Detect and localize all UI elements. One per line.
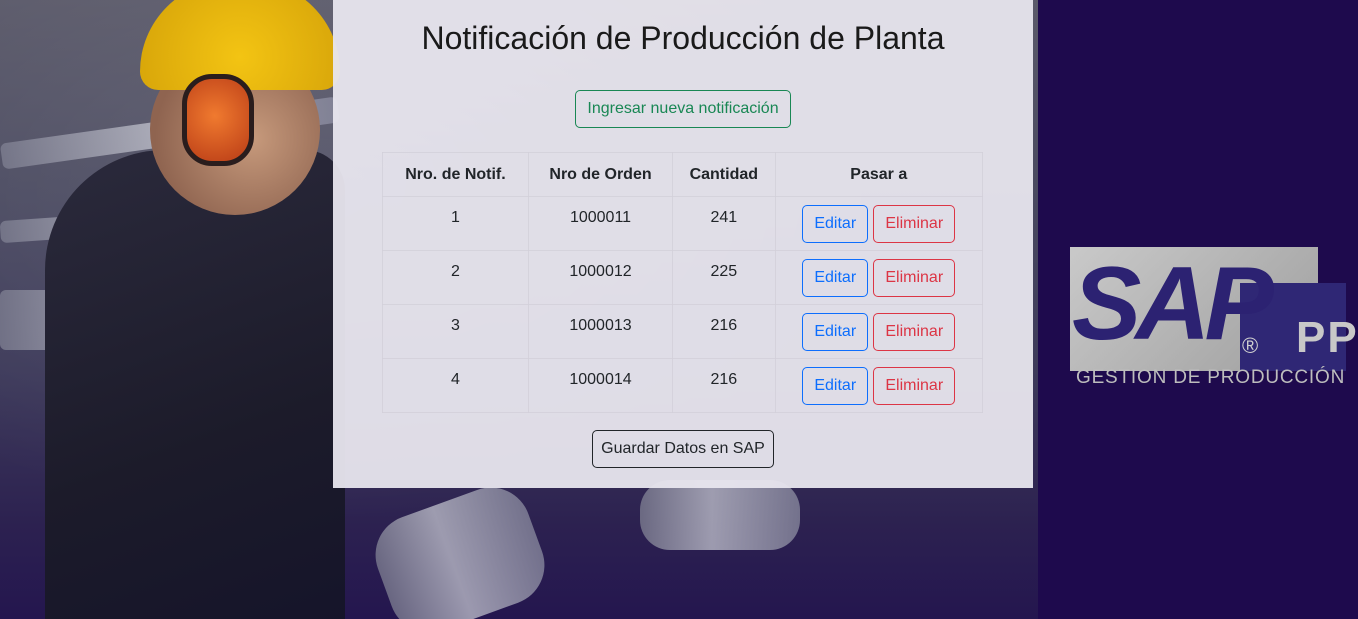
pipe-shape xyxy=(364,476,556,619)
delete-button[interactable]: Eliminar xyxy=(873,367,956,405)
notifications-table: Nro. de Notif. Nro de Orden Cantidad Pas… xyxy=(382,152,984,413)
worker-figure xyxy=(45,150,345,619)
cell-notif: 2 xyxy=(382,250,529,305)
cell-actions: Editar Eliminar xyxy=(774,304,984,359)
delete-button[interactable]: Eliminar xyxy=(873,205,956,243)
cell-notif: 3 xyxy=(382,304,529,359)
logo-subtitle: GESTION DE PRODUCCIÓN xyxy=(1076,367,1346,388)
edit-button[interactable]: Editar xyxy=(802,205,869,243)
new-notification-button[interactable]: Ingresar nueva notificación xyxy=(575,90,791,128)
module-label: PP xyxy=(1296,313,1358,362)
page-title: Notificación de Producción de Planta xyxy=(421,20,945,56)
cell-notif: 1 xyxy=(382,196,529,251)
pipe-shape xyxy=(640,480,800,550)
cell-order: 1000013 xyxy=(527,304,674,359)
edit-button[interactable]: Editar xyxy=(802,259,869,297)
table-row: 4 1000014 216 Editar Eliminar xyxy=(382,358,984,413)
cell-notif: 4 xyxy=(382,358,529,413)
edit-button[interactable]: Editar xyxy=(802,313,869,351)
edit-button[interactable]: Editar xyxy=(802,367,869,405)
save-to-sap-button[interactable]: Guardar Datos en SAP xyxy=(592,430,774,468)
column-header-notif: Nro. de Notif. xyxy=(382,152,529,197)
table-row: 1 1000011 241 Editar Eliminar xyxy=(382,196,984,251)
cell-quantity: 216 xyxy=(672,304,776,359)
column-header-order: Nro de Orden xyxy=(527,152,674,197)
registered-mark: ® xyxy=(1242,333,1259,358)
cell-actions: Editar Eliminar xyxy=(774,358,984,413)
table-row: 2 1000012 225 Editar Eliminar xyxy=(382,250,984,305)
cell-quantity: 241 xyxy=(672,196,776,251)
earmuff-icon xyxy=(182,74,254,166)
cell-quantity: 216 xyxy=(672,358,776,413)
delete-button[interactable]: Eliminar xyxy=(873,259,956,297)
column-header-actions: Pasar a xyxy=(774,152,984,197)
cell-quantity: 225 xyxy=(672,250,776,305)
table-row: 3 1000013 216 Editar Eliminar xyxy=(382,304,984,359)
table-header-row: Nro. de Notif. Nro de Orden Cantidad Pas… xyxy=(382,152,984,197)
cell-actions: Editar Eliminar xyxy=(774,250,984,305)
sap-logo-text: SAP xyxy=(1072,246,1274,362)
cell-order: 1000014 xyxy=(527,358,674,413)
delete-button[interactable]: Eliminar xyxy=(873,313,956,351)
cell-order: 1000012 xyxy=(527,250,674,305)
cell-order: 1000011 xyxy=(527,196,674,251)
notification-card: Notificación de Producción de Planta Ing… xyxy=(333,0,1033,488)
cell-actions: Editar Eliminar xyxy=(774,196,984,251)
column-header-quantity: Cantidad xyxy=(672,152,776,197)
hard-hat-icon xyxy=(140,0,340,90)
sap-pp-logo: SAP ® PP GESTION DE PRODUCCIÓN xyxy=(1070,246,1357,392)
